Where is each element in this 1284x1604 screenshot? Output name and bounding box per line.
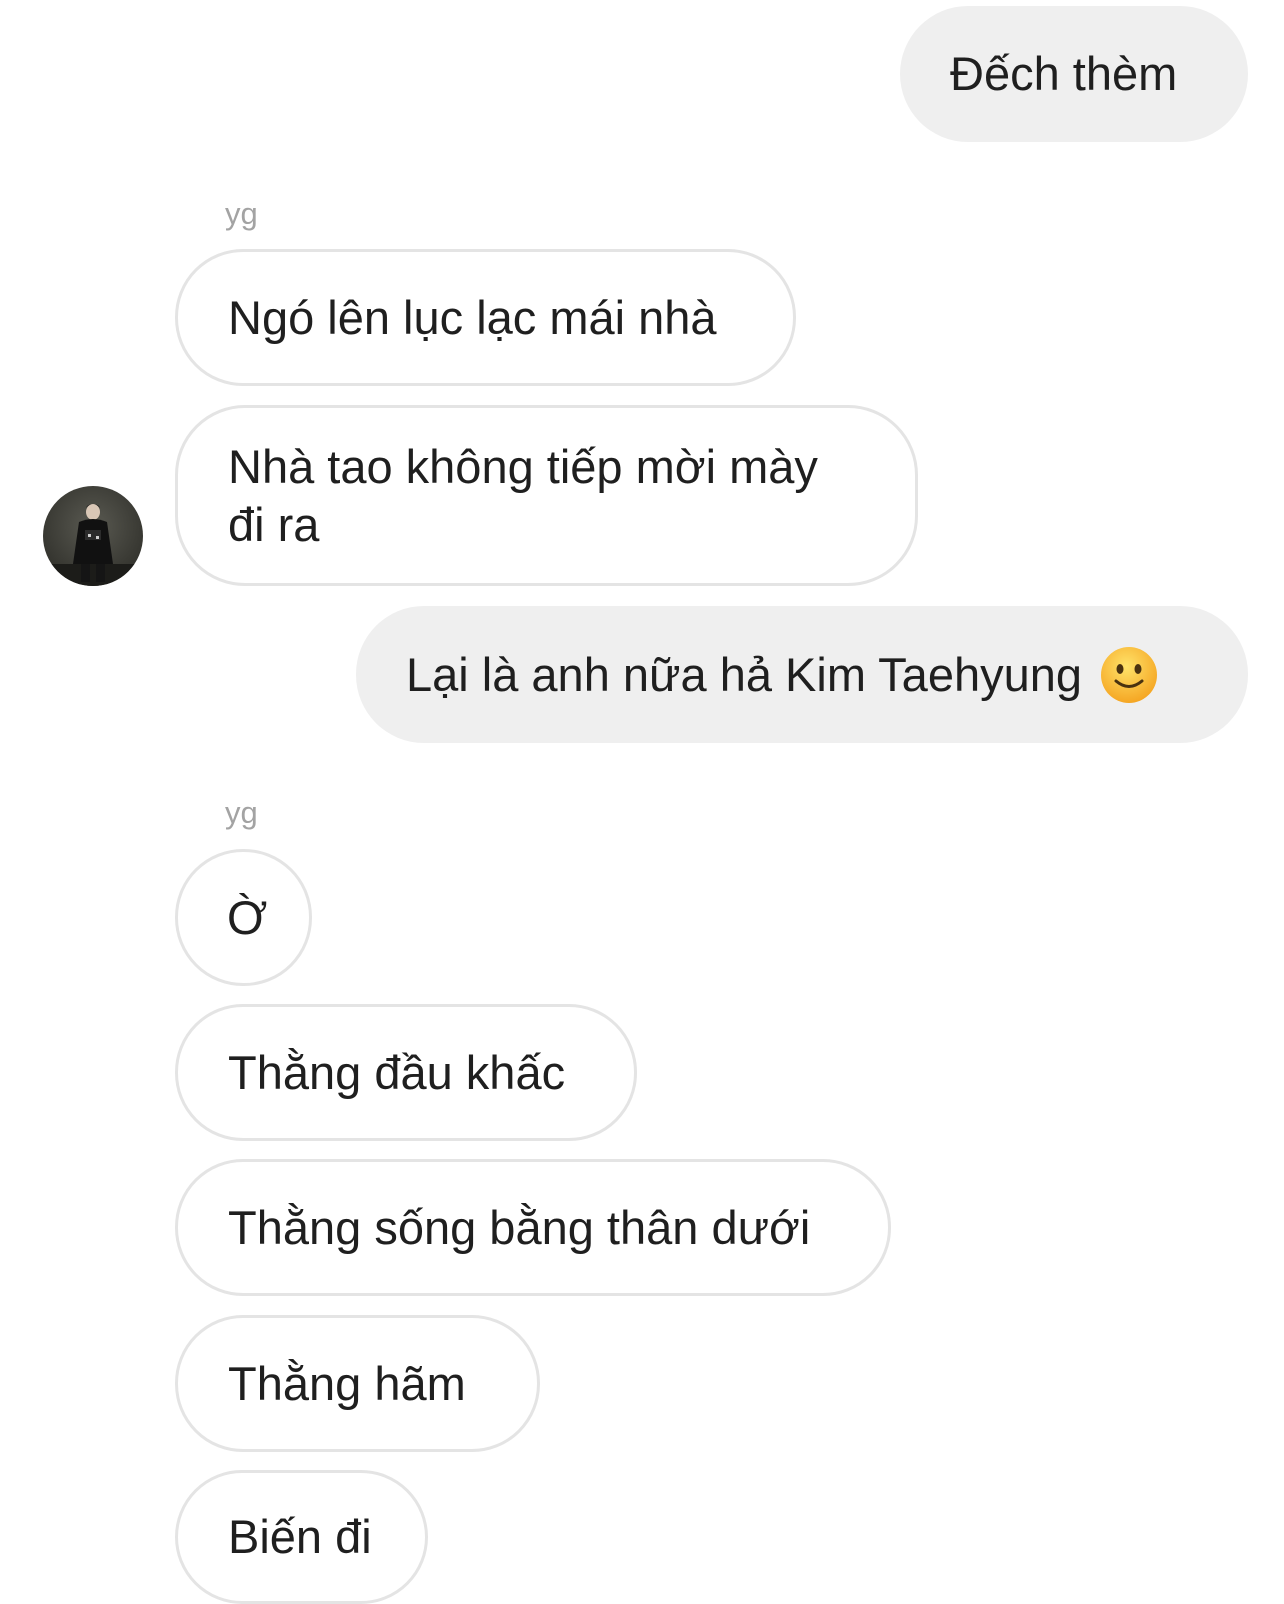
incoming-message-bubble[interactable]: Thằng sống bằng thân dưới (175, 1159, 891, 1296)
sender-name: yg (225, 795, 258, 830)
avatar-image (43, 486, 143, 586)
incoming-message-bubble[interactable]: Ngó lên lục lạc mái nhà (175, 249, 796, 386)
message-text: Lại là anh nữa hả Kim Taehyung (406, 647, 1083, 701)
incoming-message-bubble[interactable]: Thằng hãm (175, 1315, 540, 1452)
slightly-smiling-face-icon (1101, 646, 1158, 703)
incoming-message-bubble[interactable]: Ờ (175, 849, 312, 986)
message-text: Đếch thèm (950, 47, 1178, 100)
message-text: Ngó lên lục lạc mái nhà (228, 290, 717, 344)
incoming-message-bubble[interactable]: Biến đi (175, 1470, 428, 1604)
outgoing-message-bubble[interactable]: Đếch thèm (900, 6, 1248, 142)
incoming-message-bubble[interactable]: Thằng đầu khấc (175, 1004, 637, 1141)
message-text: Thằng đầu khấc (228, 1045, 566, 1099)
sender-name: yg (225, 196, 258, 231)
avatar[interactable] (43, 486, 143, 586)
outgoing-message-bubble[interactable]: Lại là anh nữa hả Kim Taehyung (356, 606, 1248, 743)
incoming-message-bubble[interactable]: Nhà tao không tiếp mời mày đi ra (175, 405, 918, 586)
message-text: Biến đi (228, 1510, 372, 1563)
message-text: Ờ (227, 890, 268, 944)
message-text: Thằng hãm (228, 1356, 466, 1410)
message-text: Thằng sống bằng thân dưới (228, 1200, 811, 1254)
message-text: Nhà tao không tiếp mời mày đi ra (228, 439, 818, 551)
